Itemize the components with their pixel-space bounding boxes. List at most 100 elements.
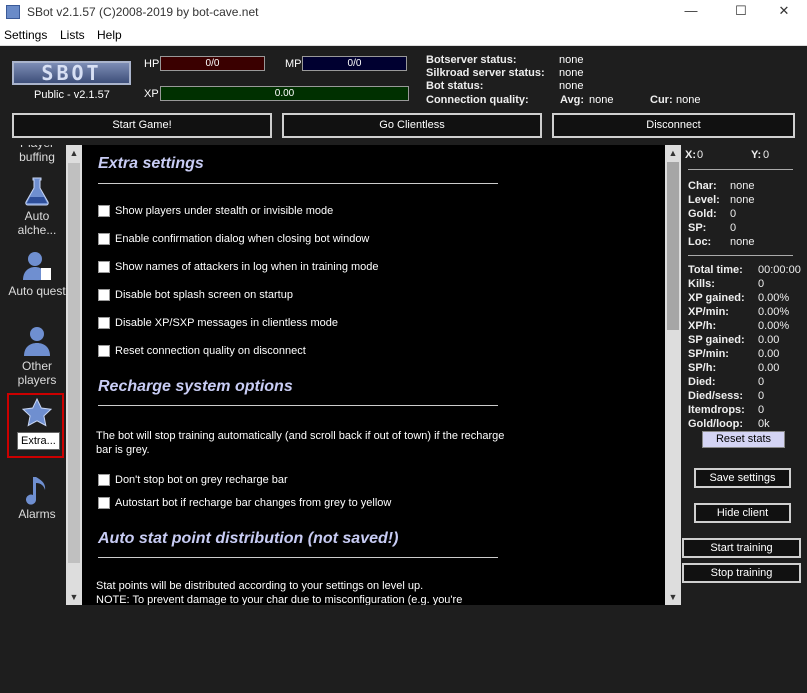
recharge-description: The bot will stop training automatically… [96, 430, 505, 456]
sidebar-item-auto-quest[interactable]: Auto quest [8, 250, 66, 298]
connection-quality-label: Connection quality: [426, 94, 529, 106]
maximize-button[interactable]: ☐ [718, 0, 764, 24]
version-label: Public - v2.1.57 [34, 89, 110, 101]
go-clientless-button[interactable]: Go Clientless [282, 113, 542, 138]
settings-panel: Extra settings Show players under stealt… [82, 145, 665, 605]
divider [688, 169, 793, 170]
sidebar-scrollbar[interactable]: ▲ ▼ [66, 145, 82, 605]
recharge-options-title: Recharge system options [98, 378, 293, 395]
checkbox-label: Show names of attackers in log when in t… [115, 261, 379, 273]
checkbox[interactable] [98, 233, 110, 245]
silkroad-status-label: Silkroad server status: [426, 67, 545, 79]
y-value: 0 [763, 149, 770, 161]
checkbox[interactable] [98, 345, 110, 357]
divider [98, 183, 498, 184]
stat-value: 0.00% [758, 306, 790, 318]
sidebar-item-label: Auto quest [8, 284, 66, 298]
menu-bar: Settings Lists Help [0, 24, 807, 46]
hp-bar: 0/0 [160, 56, 265, 71]
start-game-button[interactable]: Start Game! [12, 113, 272, 138]
loc-value: none [730, 236, 755, 248]
mp-label: MP [285, 58, 302, 70]
sidebar-item-label: Auto alche... [17, 209, 57, 237]
y-label: Y: [751, 149, 762, 161]
checkbox-label: Disable XP/SXP messages in clientless mo… [115, 317, 338, 329]
flask-icon [25, 177, 49, 206]
stat-label: XP/min: [688, 306, 729, 318]
checkbox[interactable] [98, 261, 110, 273]
stat-value: 0 [758, 278, 765, 290]
sp-label: SP: [688, 222, 707, 234]
divider [688, 255, 793, 256]
checkbox-label: Autostart bot if recharge bar changes fr… [115, 497, 392, 509]
stat-label: SP gained: [688, 334, 745, 346]
mp-bar: 0/0 [302, 56, 407, 71]
stats-panel: X: 0 Y: 0 Char: none Level: none Gold: 0… [681, 145, 807, 693]
checkbox[interactable] [98, 474, 110, 486]
stop-training-button[interactable]: Stop training [682, 563, 801, 583]
bot-status-value: none [559, 80, 584, 92]
hide-client-button[interactable]: Hide client [694, 503, 791, 523]
xp-label: XP [144, 88, 159, 100]
stat-value: 0 [758, 404, 765, 416]
scroll-down-button[interactable]: ▼ [66, 589, 82, 605]
sidebar-item-player-buffing[interactable]: Player buffing [8, 145, 66, 164]
disconnect-button[interactable]: Disconnect [552, 113, 795, 138]
stat-value: 0 [758, 390, 765, 402]
sidebar-item-other-players[interactable]: Other players [8, 325, 66, 387]
menu-help[interactable]: Help [97, 28, 122, 42]
stat-value: 00:00:00 [758, 264, 801, 276]
divider [98, 405, 498, 406]
gold-value: 0 [730, 208, 737, 220]
x-label: X: [685, 149, 696, 161]
stat-label: SP/h: [688, 362, 717, 374]
content-scrollbar[interactable]: ▲ ▼ [665, 145, 681, 605]
close-button[interactable]: ✕ [761, 0, 807, 24]
sbot-logo: SBOT [12, 61, 131, 85]
xp-bar: 0.00 [160, 86, 409, 101]
menu-lists[interactable]: Lists [60, 28, 85, 42]
checkbox-label: Don't stop bot on grey recharge bar [115, 474, 288, 486]
botserver-status-label: Botserver status: [426, 54, 517, 66]
x-value: 0 [697, 149, 704, 161]
checkbox[interactable] [98, 317, 110, 329]
stat-label: Itemdrops: [688, 404, 745, 416]
stat-value: 0k [758, 418, 770, 430]
stat-value: 0.00% [758, 320, 790, 332]
checkbox[interactable] [98, 497, 110, 509]
cur-value: none [676, 94, 701, 106]
scroll-up-button[interactable]: ▲ [66, 145, 82, 161]
extra-settings-title: Extra settings [98, 155, 204, 172]
char-label: Char: [688, 180, 717, 192]
stat-label: Gold/loop: [688, 418, 743, 430]
sidebar-item-auto-alchemy[interactable]: Auto alche... [8, 175, 66, 237]
avg-label: Avg: [560, 94, 585, 106]
scroll-thumb[interactable] [68, 163, 80, 563]
start-training-button[interactable]: Start training [682, 538, 801, 558]
stat-value: 0.00 [758, 348, 780, 360]
window-title: SBot v2.1.57 (C)2008-2019 by bot-cave.ne… [27, 5, 259, 19]
checkbox-label: Enable confirmation dialog when closing … [115, 233, 370, 245]
app-icon [6, 5, 20, 19]
level-label: Level: [688, 194, 720, 206]
scroll-up-button[interactable]: ▲ [665, 145, 681, 161]
save-settings-button[interactable]: Save settings [694, 468, 791, 488]
minimize-button[interactable]: — [668, 0, 714, 24]
bot-status-label: Bot status: [426, 80, 484, 92]
reset-stats-button[interactable]: Reset stats [702, 431, 785, 448]
menu-settings[interactable]: Settings [4, 28, 47, 42]
stat-label: Kills: [688, 278, 715, 290]
sidebar-item-alarms[interactable]: Alarms [8, 473, 66, 521]
silkroad-status-value: none [559, 67, 584, 79]
stat-distribution-title: Auto stat point distribution (not saved!… [98, 530, 399, 547]
stat-description: Stat points will be distributed accordin… [96, 580, 463, 605]
scroll-thumb[interactable] [667, 162, 679, 330]
stat-label: SP/min: [688, 348, 729, 360]
stat-value: 0.00 [758, 334, 780, 346]
title-bar: SBot v2.1.57 (C)2008-2019 by bot-cave.ne… [0, 0, 807, 24]
scroll-down-button[interactable]: ▼ [665, 589, 681, 605]
checkbox-label: Reset connection quality on disconnect [115, 345, 306, 357]
stat-label: XP gained: [688, 292, 745, 304]
checkbox[interactable] [98, 205, 110, 217]
checkbox[interactable] [98, 289, 110, 301]
